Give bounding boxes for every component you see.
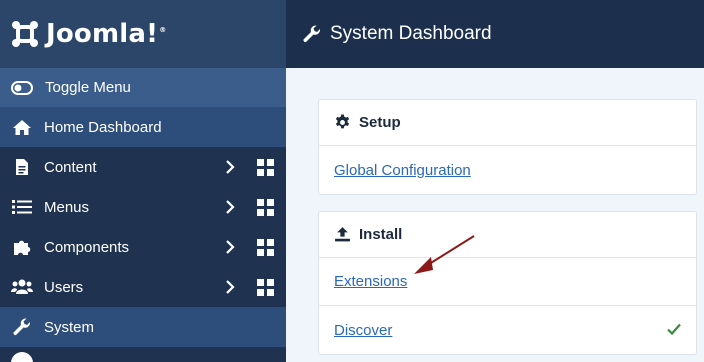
help-icon <box>11 352 33 362</box>
sidebar-item-label: Components <box>44 238 130 256</box>
wrench-icon <box>303 25 321 43</box>
sidebar-item-components[interactable]: Components <box>0 227 286 267</box>
global-configuration-link[interactable]: Global Configuration <box>334 162 471 179</box>
page-header: System Dashboard <box>286 0 704 68</box>
list-item: Global Configuration <box>319 146 696 194</box>
checkmark-icon <box>667 323 681 336</box>
card-header: Install <box>319 212 696 258</box>
dashboard-grid-icon[interactable] <box>257 199 274 216</box>
home-icon <box>11 118 33 136</box>
main-content: Setup Global Configuration Install Exten… <box>286 68 704 362</box>
chevron-right-icon[interactable] <box>222 279 238 295</box>
discover-link[interactable]: Discover <box>334 322 392 339</box>
sidebar-item-label: Content <box>44 158 97 176</box>
file-icon <box>11 158 33 176</box>
dashboard-grid-icon[interactable] <box>257 279 274 296</box>
sidebar-item-menus[interactable]: Menus <box>0 187 286 227</box>
sidebar-item-home-dashboard[interactable]: Home Dashboard <box>0 107 286 147</box>
page-title: System Dashboard <box>330 23 492 44</box>
wrench-icon <box>11 318 33 336</box>
sidebar-item-label: Menus <box>44 198 90 216</box>
install-title: Install <box>359 226 403 243</box>
gear-icon <box>335 114 350 129</box>
setup-card: Setup Global Configuration <box>318 99 697 195</box>
setup-title: Setup <box>359 114 401 131</box>
brand-area[interactable]: Joomla!® <box>0 0 286 68</box>
users-icon <box>11 278 33 296</box>
toggle-menu-button[interactable]: Toggle Menu <box>0 68 286 107</box>
dashboard-grid-icon[interactable] <box>257 159 274 176</box>
sidebar-item-system[interactable]: System <box>0 307 286 347</box>
card-header: Setup <box>319 100 696 146</box>
toggle-menu-label: Toggle Menu <box>45 79 131 96</box>
toggle-icon <box>11 80 33 95</box>
dashboard-grid-icon[interactable] <box>257 239 274 256</box>
chevron-right-icon[interactable] <box>222 199 238 215</box>
sidebar-item-label: Users <box>44 278 84 296</box>
sidebar-item-users[interactable]: Users <box>0 267 286 307</box>
list-icon <box>11 198 33 216</box>
install-card: Install Extensions Discover <box>318 211 697 355</box>
list-item: Discover <box>319 306 696 354</box>
sidebar-item-label: System <box>44 318 95 336</box>
list-item: Extensions <box>319 258 696 306</box>
sidebar-item-partial[interactable] <box>0 347 286 362</box>
brand-name: Joomla!® <box>46 19 167 49</box>
puzzle-icon <box>11 238 33 256</box>
chevron-right-icon[interactable] <box>222 239 238 255</box>
sidebar-item-content[interactable]: Content <box>0 147 286 187</box>
sidebar-item-label: Home Dashboard <box>44 118 162 136</box>
extensions-link[interactable]: Extensions <box>334 273 407 290</box>
sidebar: Joomla!® Toggle Menu Home Dashboard Cont… <box>0 0 286 362</box>
joomla-logo-icon <box>12 21 38 47</box>
upload-icon <box>335 227 350 242</box>
chevron-right-icon[interactable] <box>222 159 238 175</box>
